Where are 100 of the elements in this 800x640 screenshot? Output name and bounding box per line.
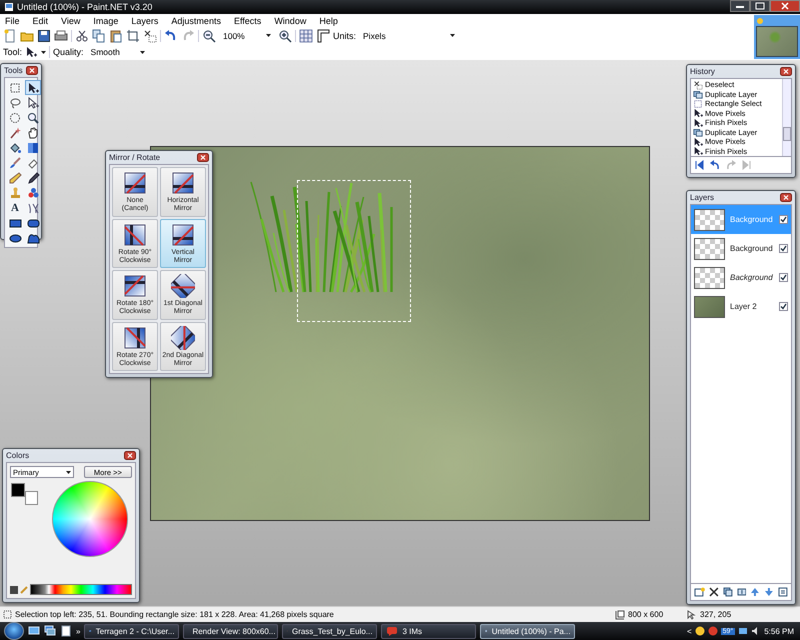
undo-all-icon[interactable] [695, 160, 704, 170]
document-icon[interactable] [60, 625, 72, 637]
arrow-cursor-icon [693, 146, 703, 156]
taskbar-button[interactable]: 3 IMs [381, 624, 476, 638]
move-down-icon[interactable] [764, 587, 774, 597]
layer-name: Background [730, 273, 774, 282]
menu-item[interactable]: Window [274, 16, 306, 26]
secondary-color-swatch[interactable] [25, 491, 38, 505]
taskbar-button[interactable]: Terragen 2 - C:\User... [84, 624, 180, 638]
close-icon[interactable] [197, 153, 209, 162]
deselect-icon[interactable] [143, 28, 157, 42]
mirror-icon [171, 274, 195, 298]
paste-icon[interactable] [109, 28, 123, 42]
close-icon[interactable] [124, 451, 136, 460]
tray-expand-arrow[interactable]: < [686, 626, 692, 636]
layer-row[interactable]: Layer 2 [691, 292, 791, 321]
layer-row[interactable]: Background [691, 234, 791, 263]
visibility-checkbox[interactable] [779, 302, 788, 311]
layer-name: Layer 2 [730, 302, 758, 311]
layer-row[interactable]: Background [691, 263, 791, 292]
tool-button[interactable]: A [7, 200, 23, 215]
menu-item[interactable]: Image [93, 16, 118, 26]
tool-button[interactable] [25, 110, 41, 125]
image-tab[interactable] [754, 15, 800, 59]
print-icon[interactable] [54, 28, 68, 42]
taskbar-button[interactable]: Grass_Test_by_Eulo... [282, 624, 378, 638]
brush-icon [8, 156, 22, 168]
messenger-icon[interactable] [708, 626, 718, 636]
tool-button[interactable] [25, 140, 41, 155]
stamp-icon [8, 186, 22, 198]
undo-icon[interactable] [164, 28, 178, 42]
gradient-icon [26, 142, 40, 154]
minimize-button[interactable] [730, 0, 750, 12]
image-size: 800 x 600 [628, 610, 664, 619]
taskbar-button[interactable]: Render View: 800x60... [183, 624, 278, 638]
zoom-in-icon[interactable] [278, 28, 292, 42]
visibility-checkbox[interactable] [779, 273, 788, 282]
primary-color-swatch[interactable] [11, 483, 25, 497]
menu-item[interactable]: View [61, 16, 80, 26]
delete-icon[interactable] [708, 587, 719, 597]
zoom-out-icon[interactable] [202, 28, 216, 42]
new-file-icon[interactable] [3, 28, 17, 42]
start-button[interactable] [4, 622, 24, 640]
quality-dropdown[interactable]: Smooth [86, 46, 149, 58]
check-icon [780, 274, 787, 281]
smiley-icon[interactable] [694, 626, 705, 636]
panel-title: Tools [4, 66, 23, 75]
menu-item[interactable]: Adjustments [171, 16, 221, 26]
arrow-cursor-icon[interactable] [25, 46, 38, 58]
dots-icon [26, 186, 40, 198]
rectangle-icon [8, 216, 22, 228]
curve-icon [26, 202, 40, 214]
crop-icon[interactable] [126, 28, 140, 42]
properties-icon[interactable] [778, 587, 788, 597]
tool-button[interactable] [25, 170, 41, 185]
maximize-button[interactable] [750, 0, 770, 12]
save-icon[interactable] [37, 28, 51, 42]
add-layer-icon[interactable] [694, 587, 705, 597]
menu-item[interactable]: Edit [32, 16, 48, 26]
move-up-icon[interactable] [750, 587, 760, 597]
scrollbar[interactable] [782, 79, 791, 156]
menu-item[interactable]: Help [319, 16, 338, 26]
zoom-dropdown[interactable]: 100% [219, 30, 275, 42]
panel-title: Mirror / Rotate [109, 153, 160, 162]
tool-button[interactable] [7, 110, 23, 125]
check-icon [780, 216, 787, 223]
visibility-checkbox[interactable] [779, 244, 788, 253]
close-icon[interactable] [780, 193, 792, 202]
copy-icon[interactable] [92, 28, 106, 42]
color-palette[interactable] [30, 584, 132, 595]
mirror-icon [123, 222, 147, 246]
duplicate-icon[interactable] [722, 587, 733, 597]
rounded-rectangle-icon [26, 216, 40, 228]
close-icon[interactable] [780, 67, 792, 76]
caret-icon[interactable] [41, 50, 46, 54]
window-switch-icon[interactable] [44, 625, 56, 637]
menu-item[interactable]: Layers [131, 16, 158, 26]
cut-icon[interactable] [75, 28, 89, 42]
visibility-checkbox[interactable] [779, 215, 788, 224]
merge-icon[interactable] [736, 587, 746, 597]
mirror-icon [123, 274, 147, 298]
menu-item[interactable]: Effects [234, 16, 262, 26]
units-dropdown[interactable]: Pixels [359, 30, 460, 42]
tool-button[interactable] [25, 80, 41, 95]
undo-icon[interactable] [710, 160, 720, 170]
clock[interactable]: 5:56 PM [764, 626, 794, 636]
pencil-icon [8, 172, 22, 184]
desktop-icon[interactable] [28, 625, 40, 637]
ruler-icon[interactable] [316, 28, 330, 42]
menu-item[interactable]: File [5, 16, 20, 26]
grid-icon[interactable] [299, 28, 313, 42]
network-icon[interactable] [738, 626, 748, 636]
mirror-icon [123, 171, 147, 195]
layer-name: Background [730, 215, 774, 224]
close-icon[interactable] [26, 66, 38, 75]
close-button[interactable] [770, 0, 800, 12]
taskbar-button[interactable]: Untitled (100%) - Pa... [480, 624, 576, 638]
caret-icon [450, 34, 456, 37]
overflow-chevron[interactable]: » [76, 626, 80, 636]
palette-icon[interactable] [10, 585, 18, 594]
